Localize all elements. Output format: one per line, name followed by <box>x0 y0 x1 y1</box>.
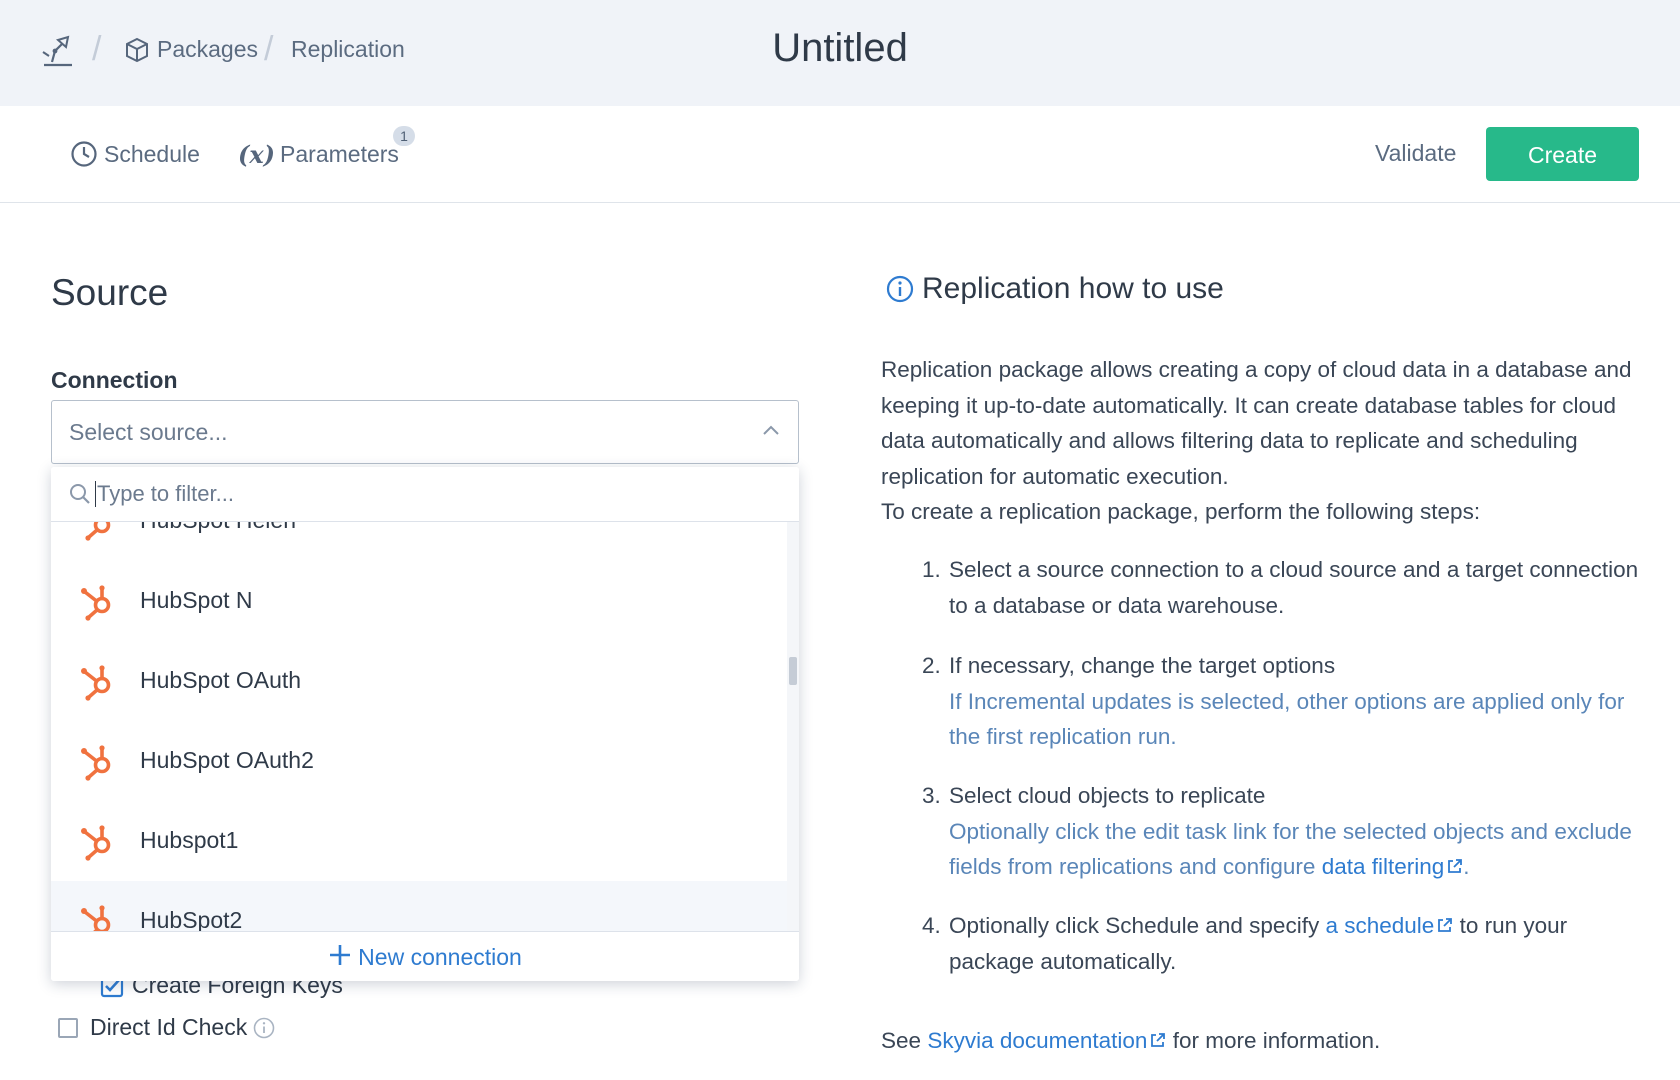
filter-placeholder: Type to filter... <box>97 481 234 506</box>
help-step-2: 2. If necessary, change the target optio… <box>922 648 1642 755</box>
list-item-label: HubSpot2 <box>140 907 243 931</box>
help-intro-text: Replication package allows creating a co… <box>881 357 1632 489</box>
step-note: If Incremental updates is selected, othe… <box>949 688 1625 750</box>
footer-text-end: for more information. <box>1172 1028 1381 1053</box>
step-text: If necessary, change the target options <box>949 653 1336 678</box>
help-step-1: 1. Select a source connection to a cloud… <box>922 552 1642 623</box>
external-link-icon <box>1150 1028 1166 1054</box>
list-item-label: HubSpot Helen <box>140 521 296 534</box>
schedule-link[interactable]: a schedule <box>1325 913 1434 938</box>
help-heading-text: Replication how to use <box>922 272 1224 305</box>
source-dropdown: Type to filter... HubSpot Helen HubSpot … <box>51 467 799 981</box>
help-footer: See Skyvia documentation for more inform… <box>881 1028 1380 1054</box>
list-item-label: HubSpot OAuth <box>140 667 302 693</box>
step-note-end: . <box>1463 854 1470 879</box>
checkbox-unchecked[interactable] <box>58 1017 78 1038</box>
validate-button[interactable]: Validate <box>1375 140 1456 167</box>
hubspot-icon <box>78 583 116 627</box>
chevron-up-icon[interactable] <box>762 423 780 441</box>
step-number: 4. <box>922 913 941 938</box>
schedule-label: Schedule <box>104 140 200 167</box>
create-button[interactable]: Create <box>1486 127 1639 181</box>
step-text: Select cloud objects to replicate <box>949 783 1266 808</box>
list-item-label: HubSpot N <box>140 587 253 613</box>
direct-id-check-option[interactable]: Direct Id Check <box>58 1014 275 1041</box>
search-icon <box>69 483 91 510</box>
source-connection-select[interactable]: Select source... <box>51 400 799 464</box>
select-placeholder: Select source... <box>69 419 228 445</box>
step-number: 1. <box>922 557 941 582</box>
help-intro: Replication package allows creating a co… <box>881 352 1641 530</box>
direct-id-check-label: Direct Id Check <box>90 1014 248 1040</box>
text-caret <box>95 481 96 507</box>
list-item-label: Hubspot1 <box>140 827 239 853</box>
step-number: 2. <box>922 653 941 678</box>
source-heading: Source <box>51 272 169 313</box>
schedule-button[interactable]: Schedule <box>70 140 200 168</box>
top-bar: / Packages / Replication Untitled <box>0 0 1680 106</box>
hubspot-icon <box>78 903 116 931</box>
info-circle-icon <box>886 275 914 303</box>
step-text: Select a source connection to a cloud so… <box>949 557 1639 618</box>
step-text: Optionally click Schedule and specify <box>949 913 1320 938</box>
list-item[interactable]: HubSpot OAuth <box>51 641 787 721</box>
parameters-label: Parameters <box>280 141 399 167</box>
external-link-icon <box>1447 849 1463 885</box>
list-item[interactable]: HubSpot2 <box>51 881 787 931</box>
hubspot-icon <box>78 823 116 867</box>
list-item[interactable]: HubSpot OAuth2 <box>51 721 787 801</box>
footer-text: See <box>881 1028 922 1053</box>
help-step-4: 4. Optionally click Schedule and specify… <box>922 908 1642 979</box>
page-title[interactable]: Untitled <box>0 26 1680 71</box>
hubspot-icon <box>78 663 116 707</box>
info-icon[interactable] <box>253 1017 275 1039</box>
help-heading: Replication how to use <box>886 272 1224 306</box>
new-connection-button[interactable]: New connection <box>51 931 799 981</box>
variable-icon: (x) <box>238 140 276 169</box>
parameters-count-badge: 1 <box>393 126 415 146</box>
connection-list: HubSpot Helen HubSpot N HubSpot OAuth Hu… <box>51 521 787 931</box>
external-link-icon <box>1437 908 1453 944</box>
step-number: 3. <box>922 783 941 808</box>
list-item-label: HubSpot OAuth2 <box>140 747 314 773</box>
filter-input[interactable]: Type to filter... <box>51 467 799 522</box>
data-filtering-link[interactable]: data filtering <box>1322 854 1445 879</box>
list-item[interactable]: HubSpot N <box>51 561 787 641</box>
step-note: Optionally click the edit task link for … <box>949 818 1632 880</box>
connection-label: Connection <box>51 367 178 393</box>
new-connection-label: New connection <box>358 944 522 970</box>
help-step-3: 3. Select cloud objects to replicate Opt… <box>922 778 1642 885</box>
list-item[interactable]: HubSpot Helen <box>51 521 787 561</box>
parameters-button[interactable]: (x) Parameters <box>238 140 399 169</box>
plus-icon <box>328 934 352 981</box>
hubspot-icon <box>78 521 116 547</box>
package-toolbar: Schedule (x) Parameters 1 Validate Creat… <box>0 106 1680 203</box>
list-item[interactable]: Hubspot1 <box>51 801 787 881</box>
scrollbar-track[interactable] <box>787 521 799 931</box>
skyvia-documentation-link[interactable]: Skyvia documentation <box>927 1028 1147 1053</box>
scrollbar-thumb[interactable] <box>789 657 797 685</box>
clock-icon <box>70 140 98 168</box>
hubspot-icon <box>78 743 116 787</box>
help-steps-intro: To create a replication package, perform… <box>881 499 1481 524</box>
